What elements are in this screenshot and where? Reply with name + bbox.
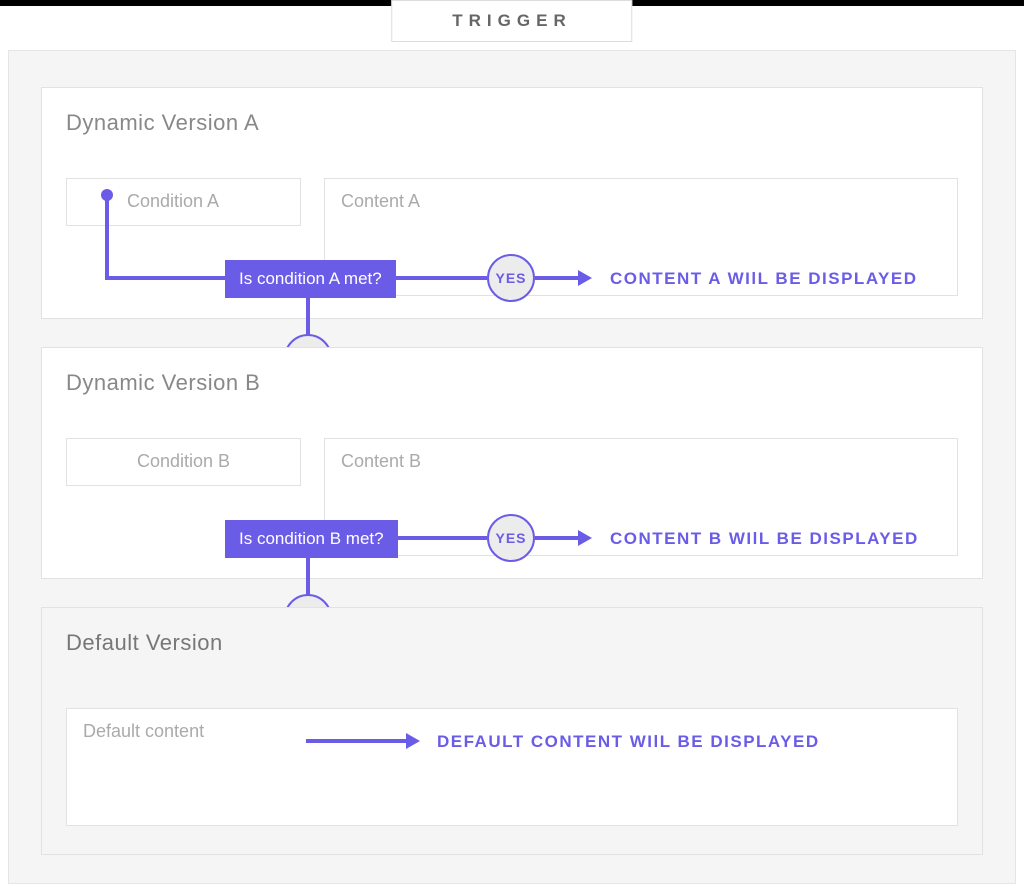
outcome-default: DEFAULT CONTENT WIlL BE DISPLAYED [437, 732, 820, 752]
content-a-label: Content A [341, 191, 420, 211]
condition-b-label: Condition B [137, 451, 230, 471]
yes-badge-b: YES [487, 514, 535, 562]
arrow-right-icon [578, 530, 592, 546]
trigger-badge: TRIGGER [391, 0, 632, 42]
content-b-label: Content B [341, 451, 421, 471]
connector [392, 536, 487, 540]
outcome-a: CONTENT A WIlL BE DISPLAYED [610, 269, 918, 289]
panel-a-title: Dynamic Version A [66, 110, 259, 136]
arrow-right-icon [406, 733, 420, 749]
yes-badge-a: YES [487, 254, 535, 302]
panel-dynamic-b: Dynamic Version B Condition B Content B … [41, 347, 983, 579]
connector [306, 739, 408, 743]
connector [392, 276, 487, 280]
panel-dynamic-a: Dynamic Version A Condition A Content A … [41, 87, 983, 319]
panel-default: Default Version Default content [41, 607, 983, 855]
question-a: Is condition A met? [225, 260, 396, 298]
connector [535, 276, 580, 280]
condition-a-box: Condition A [66, 178, 301, 226]
default-content-label: Default content [83, 721, 204, 741]
panel-default-title: Default Version [66, 630, 223, 656]
diagram-canvas: Dynamic Version A Condition A Content A … [8, 50, 1016, 884]
default-content-box: Default content [66, 708, 958, 826]
outcome-b: CONTENT B WIlL BE DISPLAYED [610, 529, 919, 549]
connector [535, 536, 580, 540]
panel-b-title: Dynamic Version B [66, 370, 260, 396]
connector [105, 276, 225, 280]
condition-a-label: Condition A [127, 191, 219, 211]
question-b: Is condition B met? [225, 520, 398, 558]
connector [105, 200, 109, 280]
arrow-right-icon [578, 270, 592, 286]
condition-b-box: Condition B [66, 438, 301, 486]
